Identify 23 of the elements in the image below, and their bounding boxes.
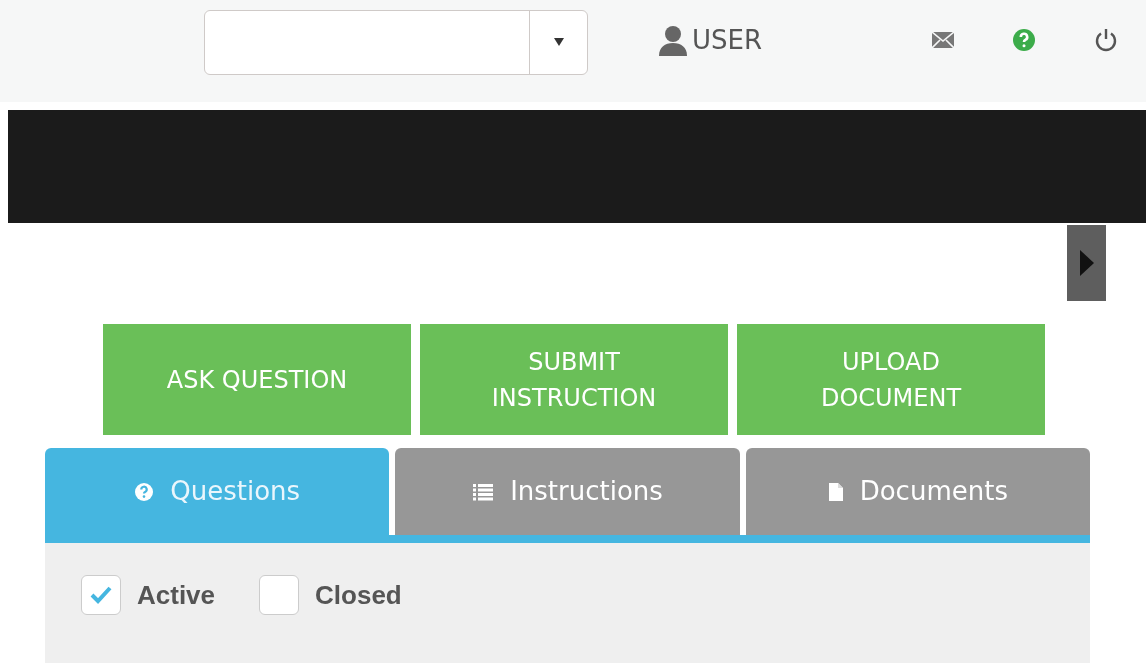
help-icon[interactable] <box>1012 28 1036 53</box>
user-icon <box>658 24 688 57</box>
power-icon[interactable] <box>1094 28 1118 53</box>
tab[interactable]: Documents <box>745 448 1090 535</box>
user-link[interactable]: USER <box>658 20 763 60</box>
checkbox[interactable] <box>81 575 121 615</box>
caret-icon <box>553 38 564 47</box>
checkbox-label: Closed <box>315 578 402 612</box>
checkbox[interactable] <box>259 575 300 615</box>
check-icon <box>90 586 112 604</box>
play-icon <box>1079 250 1094 276</box>
tab[interactable]: Questions <box>45 448 390 535</box>
dropdown-field[interactable] <box>204 9 588 75</box>
next-button[interactable] <box>1067 225 1106 301</box>
action-button[interactable]: ASK QUESTION <box>103 324 411 435</box>
tab[interactable]: Instructions <box>395 448 740 535</box>
checkbox-label: Active <box>137 578 216 612</box>
mail-icon[interactable] <box>932 32 954 49</box>
list-icon <box>472 481 495 502</box>
action-button[interactable]: SUBMIT INSTRUCTION <box>420 324 728 435</box>
help-icon <box>134 481 155 502</box>
document-icon <box>827 481 844 502</box>
action-button[interactable]: UPLOAD DOCUMENT <box>737 324 1045 435</box>
